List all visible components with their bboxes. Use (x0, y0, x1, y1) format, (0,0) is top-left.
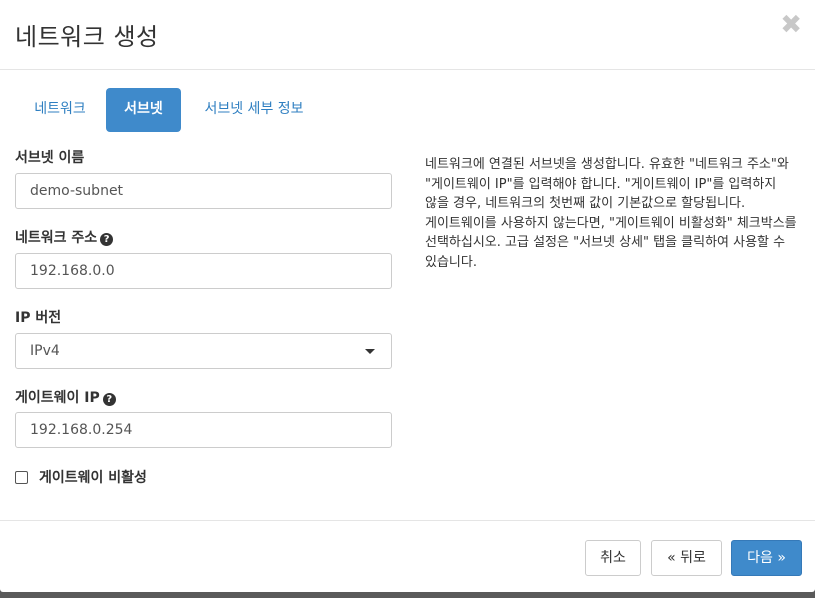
ip-version-label: IP 버전 (15, 310, 62, 326)
subnet-name-label: 서브넷 이름 (15, 150, 85, 166)
close-icon[interactable]: ✖ (780, 10, 802, 40)
ip-version-value: IPv4 (30, 343, 60, 359)
question-circle-icon[interactable]: ? (102, 393, 116, 406)
next-button[interactable]: 다음 » (731, 540, 802, 576)
dialog-footer: 취소 « 뒤로 다음 » (0, 520, 815, 592)
disable-gateway-checkbox[interactable] (15, 471, 28, 484)
back-button[interactable]: « 뒤로 (651, 540, 722, 576)
tab-subnet-details[interactable]: 서브넷 세부 정보 (189, 88, 319, 132)
gateway-ip-input[interactable]: 192.168.0.254 (15, 412, 392, 448)
disable-gateway-label[interactable]: 게이트웨이 비활성 (39, 467, 147, 487)
gateway-ip-label-text: 게이트웨이 IP (15, 390, 100, 406)
cancel-button[interactable]: 취소 (585, 540, 641, 576)
gateway-ip-label: 게이트웨이 IP? (15, 387, 116, 407)
dialog-header: 네트워크 생성 ✖ (0, 0, 815, 70)
network-address-input[interactable]: 192.168.0.0 (15, 253, 392, 289)
create-network-dialog: 네트워크 생성 ✖ 네트워크 서브넷 서브넷 세부 정보 서브넷 이름 demo… (0, 0, 815, 592)
ip-version-select[interactable]: IPv4 (15, 333, 392, 369)
network-address-label: 네트워크 주소? (15, 227, 114, 247)
network-address-label-text: 네트워크 주소 (15, 230, 98, 246)
tab-network[interactable]: 네트워크 (15, 88, 105, 132)
question-circle-icon[interactable]: ? (100, 233, 114, 246)
subnet-help-text: 네트워크에 연결된 서브넷을 생성합니다. 유효한 "네트워크 주소"와 "게이… (425, 157, 797, 270)
subnet-name-input[interactable]: demo-subnet (15, 173, 392, 209)
tab-subnet[interactable]: 서브넷 (106, 88, 181, 132)
caret-down-icon (365, 349, 375, 354)
dialog-title: 네트워크 생성 (15, 23, 159, 51)
